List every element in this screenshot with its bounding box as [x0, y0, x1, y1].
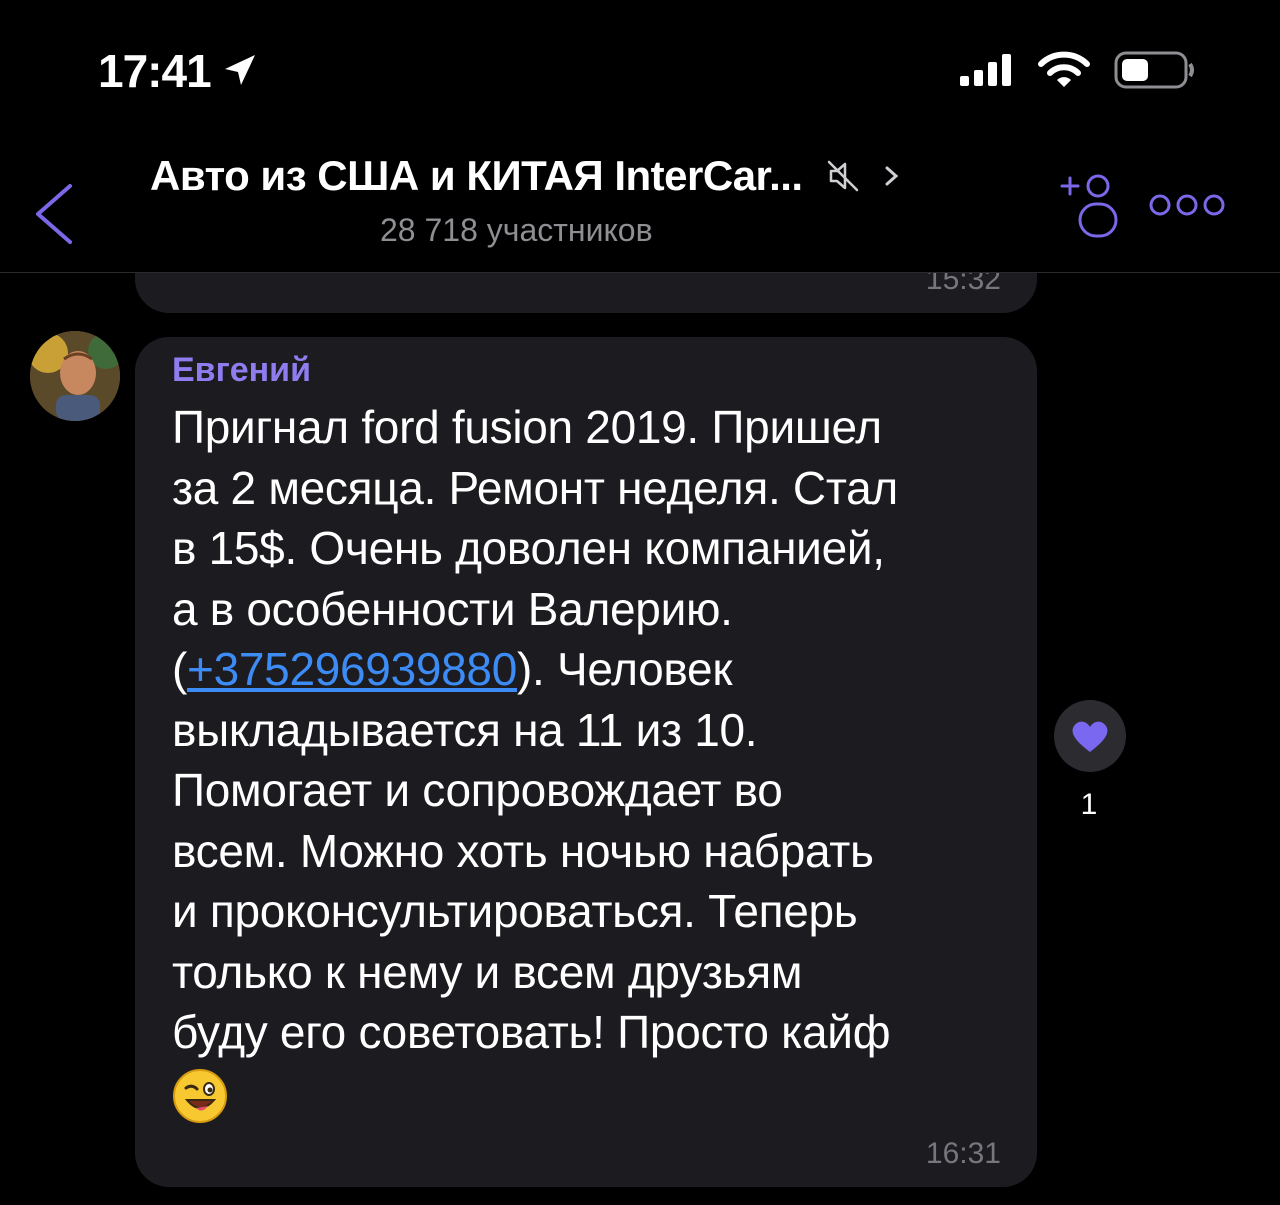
status-bar-time: 17:41	[98, 44, 259, 98]
sender-avatar[interactable]	[30, 331, 120, 421]
message-line: всем. Можно хоть ночью набрать	[172, 824, 874, 877]
reaction-count: 1	[1080, 788, 1098, 821]
more-options-icon[interactable]	[1148, 190, 1226, 220]
reaction-button[interactable]	[1054, 700, 1126, 772]
avatar-photo	[30, 331, 120, 421]
phone-suffix: ). Человек	[517, 643, 733, 695]
previous-message-time: 15:32	[925, 273, 1001, 296]
back-chevron-icon[interactable]	[30, 182, 78, 246]
message-line: Пригнал ford fusion 2019. Пришел	[172, 401, 882, 453]
message-line: а в особенности Валерию.	[172, 582, 733, 635]
chat-title: Авто из США и КИТАЯ InterCar...	[150, 152, 803, 199]
sender-name[interactable]: Евгений	[172, 351, 311, 390]
add-member-icon[interactable]	[1058, 170, 1128, 240]
message-time: 16:31	[925, 1137, 1001, 1170]
location-arrow-icon	[224, 55, 255, 85]
chat-info[interactable]: Авто из США и КИТАЯ InterCar... 28 718 у…	[150, 152, 1020, 262]
message-line-with-phone: (+375296939880). Человек	[172, 639, 1012, 700]
message-list[interactable]: 15:32 Евгений Пригнал ford fusion 2019. …	[0, 273, 1280, 1205]
status-time-label: 17:41	[98, 45, 212, 97]
message-line: выкладывается на 11 из 10.	[172, 703, 758, 756]
message-line: Помогает и сопровождает во	[172, 764, 783, 816]
winking-face-emoji-icon	[173, 1069, 227, 1124]
battery-icon	[1114, 51, 1194, 89]
message-line: только к нему и всем друзьям	[172, 945, 803, 998]
phone-prefix: (	[172, 643, 188, 695]
message-text: Пригнал ford fusion 2019. Пришел за 2 ме…	[172, 397, 1012, 1124]
chevron-right-icon	[885, 166, 898, 186]
chat-header: Авто из США и КИТАЯ InterCar... 28 718 у…	[0, 130, 1280, 273]
purple-heart-icon	[1072, 721, 1108, 752]
message-line: в 15$. Очень доволен компанией,	[172, 522, 885, 574]
muted-speaker-icon	[827, 160, 858, 192]
message-line: за 2 месяца. Ремонт неделя. Стал	[172, 461, 898, 514]
chat-title-row: Авто из США и КИТАЯ InterCar...	[150, 152, 1020, 200]
message-line: буду его советовать! Просто кайф	[172, 1006, 891, 1058]
status-bar-indicators	[958, 50, 1196, 90]
message-line: и проконсультироваться. Теперь	[172, 885, 858, 937]
cellular-signal-icon	[960, 54, 1011, 86]
member-count: 28 718 участников	[380, 212, 653, 248]
phone-link[interactable]: +375296939880	[187, 643, 517, 695]
previous-message-bubble[interactable]: 15:32	[135, 273, 1037, 313]
emoji-line	[172, 1063, 1012, 1125]
wifi-icon	[1038, 51, 1090, 87]
message-bubble[interactable]: Евгений Пригнал ford fusion 2019. Пришел…	[135, 337, 1037, 1187]
